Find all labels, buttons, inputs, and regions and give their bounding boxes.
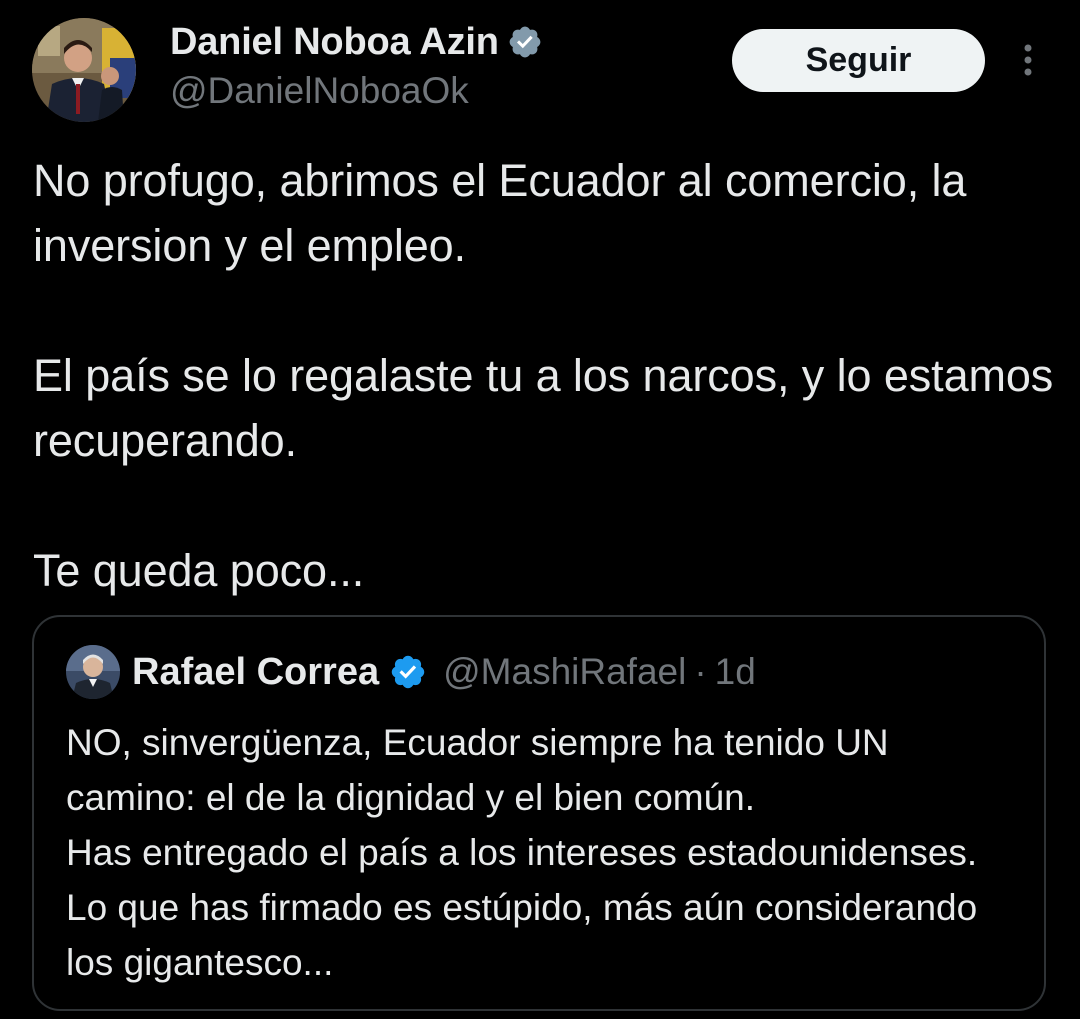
- quoted-tweet-text: NO, sinvergüenza, Ecuador siempre ha ten…: [66, 722, 978, 983]
- quoted-tweet-timestamp[interactable]: 1d: [715, 651, 756, 693]
- quoted-author-handle[interactable]: @MashiRafael: [443, 651, 686, 693]
- tweet-paragraph-2: El país se lo regalaste tu a los narcos,…: [33, 350, 1054, 466]
- author-name-row: Daniel Noboa Azin: [170, 20, 543, 64]
- quoted-tweet-header: Rafael Correa @MashiRafael · 1d: [132, 645, 756, 699]
- author-handle[interactable]: @DanielNoboaOk: [170, 70, 469, 112]
- quoted-author-display-name[interactable]: Rafael Correa: [132, 651, 379, 694]
- quoted-author-avatar[interactable]: [66, 645, 120, 699]
- follow-button[interactable]: Seguir: [732, 29, 985, 92]
- tweet-text: No profugo, abrimos el Ecuador al comerc…: [33, 148, 1063, 603]
- tweet-card: Daniel Noboa Azin @DanielNoboaOk Seguir …: [0, 0, 1080, 1019]
- separator-dot: ·: [694, 651, 707, 692]
- author-display-name[interactable]: Daniel Noboa Azin: [170, 21, 499, 64]
- profile-photo-icon: [32, 18, 136, 122]
- verified-badge-icon: [507, 24, 543, 60]
- tweet-paragraph-1: No profugo, abrimos el Ecuador al comerc…: [33, 155, 967, 271]
- verified-badge-icon: [389, 653, 427, 691]
- author-avatar[interactable]: [32, 18, 136, 122]
- profile-photo-icon: [66, 645, 120, 699]
- tweet-paragraph-3: Te queda poco...: [33, 545, 365, 596]
- more-options-button[interactable]: [1010, 40, 1046, 80]
- more-vertical-icon: [1024, 44, 1032, 76]
- quoted-tweet-card[interactable]: Rafael Correa @MashiRafael · 1d NO, sinv…: [32, 615, 1046, 1011]
